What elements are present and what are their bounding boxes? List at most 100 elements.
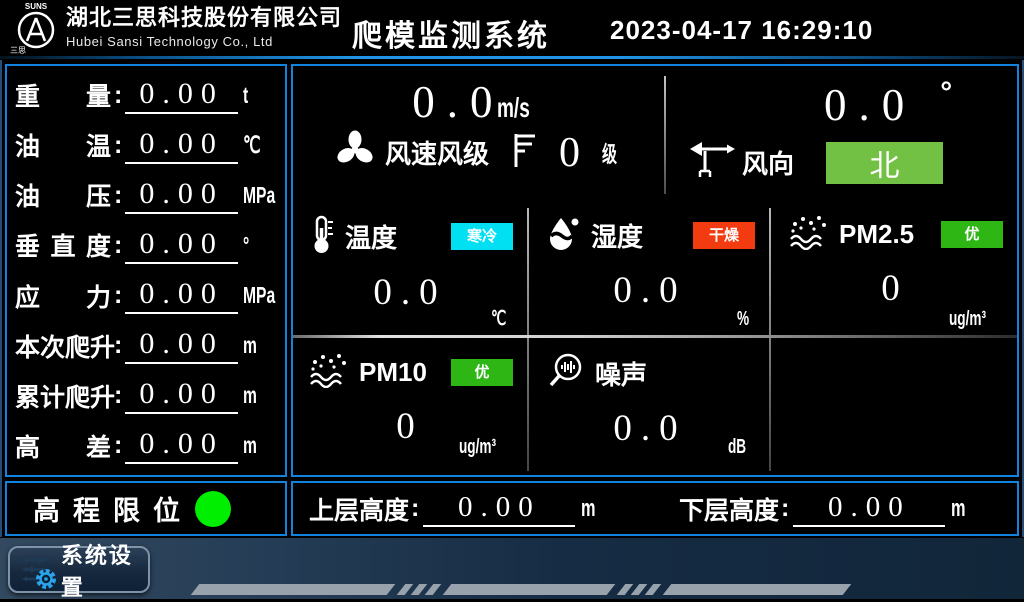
pm25-status-badge: 优 <box>941 221 1003 248</box>
humidity-label: 湿度 <box>591 217 643 254</box>
system-settings-button[interactable]: 系统设置 <box>8 546 150 593</box>
noise-unit: dB <box>728 436 755 459</box>
metric-unit: m <box>243 432 279 459</box>
pm25-unit: ug/m³ <box>949 308 1003 331</box>
header: SUNS 三思 湖北三思科技股份有限公司 Hubei Sansi Technol… <box>0 0 1024 56</box>
thermometer-icon <box>309 214 335 259</box>
metric-row-weight: 重 量: 0.00 t <box>15 70 279 120</box>
wind-level-flag-icon <box>511 129 537 176</box>
pm25-label: PM2.5 <box>839 219 914 250</box>
wind-direction-value: 0.0 <box>824 80 916 130</box>
droplet-icon <box>547 214 581 257</box>
noise-cell: 噪声 0.0 dB <box>531 340 769 473</box>
lower-height-label: 下层高度 <box>679 491 779 527</box>
metric-label: 油 压 <box>15 177 111 213</box>
screen-edge-left <box>0 60 2 537</box>
wind-direction-row: 风向 北 <box>688 138 943 187</box>
header-divider <box>0 56 1024 59</box>
temperature-label: 温度 <box>345 218 397 255</box>
metric-colon: : <box>114 431 122 460</box>
metric-unit: m <box>243 382 279 409</box>
metric-row-verticality: 垂直度: 0.00 ° <box>15 220 279 270</box>
upper-height-group: 上层高度: 0.00 m <box>309 483 603 534</box>
metric-value-field: 0.00 <box>125 427 238 464</box>
metric-value: 0.00 <box>139 77 224 110</box>
temperature-header: 温度 寒冷 <box>293 202 527 259</box>
company-logo-icon: SUNS 三思 <box>8 1 64 56</box>
metric-value: 0.00 <box>139 327 224 360</box>
sliders-gear-icon <box>18 551 49 588</box>
noise-header: 噪声 <box>531 340 769 395</box>
metric-row-oil-pressure: 油 压: 0.00 MPa <box>15 170 279 220</box>
pm10-status-badge: 优 <box>451 359 513 386</box>
metric-value-field: 0.00 <box>125 327 238 364</box>
metric-unit: m <box>243 332 279 359</box>
dust-icon <box>309 352 349 393</box>
metric-label: 累计爬升 <box>15 378 111 414</box>
pm25-cell: PM2.5 优 0 ug/m³ <box>773 202 1017 333</box>
grid-divider-vertical-1 <box>527 208 529 471</box>
grid-divider-horizontal <box>293 335 1017 338</box>
wind-speed-section: 0.0m/s 风速风级 <box>293 66 664 200</box>
metric-colon: : <box>114 81 122 110</box>
datetime-display: 2023-04-17 16:29:10 <box>610 15 873 46</box>
environment-panel: 0.0m/s 风速风级 <box>291 64 1019 477</box>
metric-label: 垂直度 <box>15 227 111 263</box>
footer-stripes-decoration <box>195 584 855 595</box>
wind-speed-unit: m/s <box>497 92 545 123</box>
humidity-header: 湿度 干燥 <box>531 202 769 257</box>
noise-label: 噪声 <box>595 355 647 392</box>
metric-value-field: 0.00 <box>125 127 238 164</box>
metric-label: 高 差 <box>15 428 111 464</box>
metric-colon: : <box>114 381 122 410</box>
metric-value: 0.00 <box>139 227 224 260</box>
wind-direction-readout: 0.0 ° <box>824 76 952 131</box>
wind-direction-unit: ° <box>940 76 952 109</box>
metric-row-current-climb: 本次爬升: 0.00 m <box>15 321 279 371</box>
metric-label: 应 力 <box>15 278 111 314</box>
lower-height-field: 0.00 <box>793 491 945 527</box>
lower-height-unit: m <box>951 495 972 523</box>
elevation-limit-label: 高程限位 <box>33 489 193 528</box>
metric-unit: ° <box>243 232 279 259</box>
upper-height-unit: m <box>581 495 602 523</box>
temperature-status-badge: 寒冷 <box>451 223 513 250</box>
fan-icon <box>333 128 377 177</box>
lower-height-value: 0.00 <box>828 491 911 523</box>
metric-value-field: 0.00 <box>125 77 238 114</box>
metric-row-height-diff: 高 差: 0.00 m <box>15 421 279 471</box>
metric-unit: t <box>243 82 279 109</box>
temperature-unit: ℃ <box>491 306 513 331</box>
metric-colon: : <box>114 181 122 210</box>
screen: SUNS 三思 湖北三思科技股份有限公司 Hubei Sansi Technol… <box>0 0 1024 599</box>
metric-label: 油 温 <box>15 127 111 163</box>
dust-icon <box>789 214 829 255</box>
metric-value: 0.00 <box>139 427 224 460</box>
upper-height-colon: : <box>411 494 419 523</box>
metric-label: 重 量 <box>15 77 111 113</box>
wind-direction-section: 0.0 ° 风向 北 <box>666 66 1017 200</box>
metric-label: 本次爬升 <box>15 328 111 364</box>
pm10-header: PM10 优 <box>293 340 527 393</box>
metric-unit: MPa <box>243 282 279 309</box>
elevation-status-light <box>195 491 231 527</box>
company-name: 湖北三思科技股份有限公司 Hubei Sansi Technology Co.,… <box>66 5 342 50</box>
metric-colon: : <box>114 331 122 360</box>
metric-value: 0.00 <box>139 377 224 410</box>
lower-height-colon: : <box>781 494 789 523</box>
metric-value-field: 0.00 <box>125 227 238 264</box>
wind-direction-button[interactable]: 北 <box>826 142 943 184</box>
wind-direction-label: 风向 <box>742 144 794 181</box>
upper-height-label: 上层高度 <box>309 491 409 527</box>
system-settings-label: 系统设置 <box>61 538 148 602</box>
metric-colon: : <box>114 281 122 310</box>
upper-height-field: 0.00 <box>423 491 575 527</box>
wind-vane-icon <box>688 138 736 187</box>
page-title: 爬模监测系统 <box>352 11 550 55</box>
elevation-limit-panel: 高程限位 <box>5 481 287 536</box>
metric-row-oil-temp: 油 温: 0.00 ℃ <box>15 120 279 170</box>
metric-colon: : <box>114 131 122 160</box>
logo-cn-text: 三思 <box>10 46 26 55</box>
pm10-cell: PM10 优 0 ug/m³ <box>293 340 527 473</box>
pm10-label: PM10 <box>359 357 427 388</box>
